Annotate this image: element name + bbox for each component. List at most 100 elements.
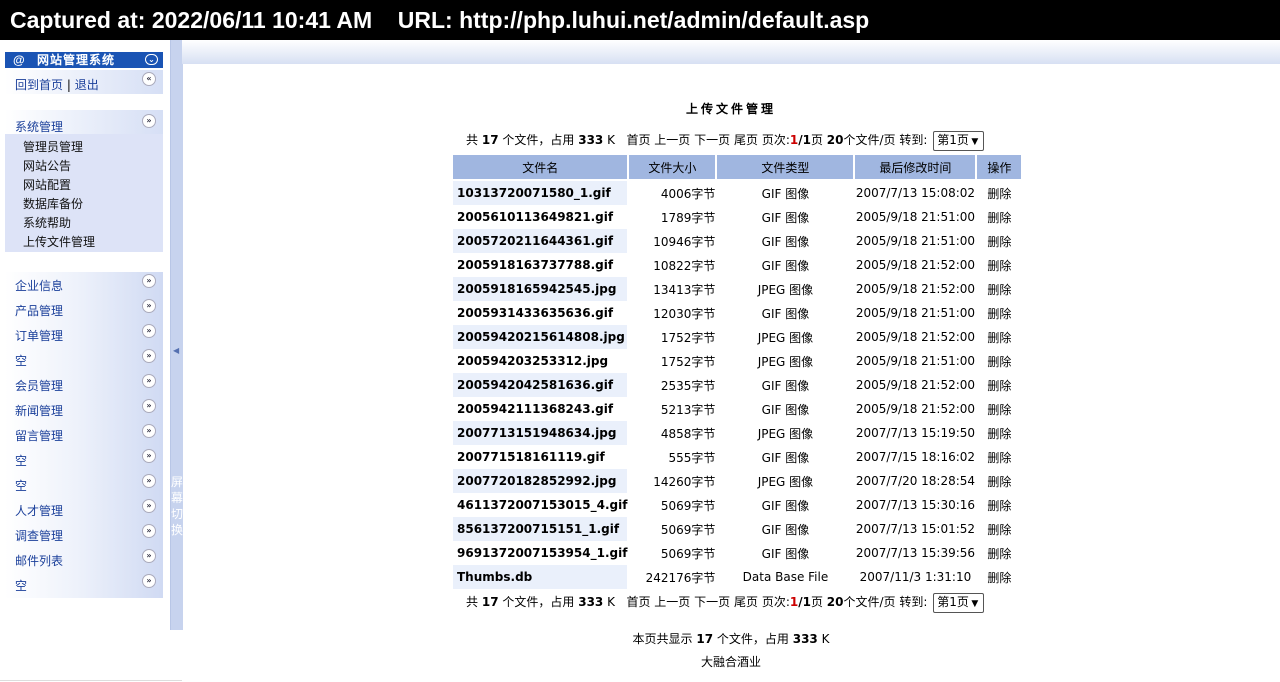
footer-unit: K xyxy=(821,632,830,646)
delete-link[interactable]: 删除 xyxy=(977,541,1022,565)
home-link[interactable]: 回到首页 xyxy=(15,78,63,92)
double-chevron-down-icon[interactable]: » xyxy=(142,524,156,538)
delete-link[interactable]: 删除 xyxy=(977,397,1022,421)
file-name-cell[interactable]: 2005942111368243.gif xyxy=(453,397,628,421)
menu-item-config[interactable]: 网站配置 xyxy=(23,176,95,195)
delete-link[interactable]: 删除 xyxy=(977,445,1022,469)
delete-link[interactable]: 删除 xyxy=(977,565,1022,589)
file-name-cell[interactable]: 20059420215614808.jpg xyxy=(453,325,628,349)
delete-link[interactable]: 删除 xyxy=(977,469,1022,493)
double-chevron-down-icon[interactable]: » xyxy=(142,374,156,388)
menu-item-help[interactable]: 系统帮助 xyxy=(23,214,95,233)
summary-top: 共 17 个文件，占用 333 K 首页 上一页 下一页 尾页 页次:1/1页 … xyxy=(466,130,984,151)
category-item[interactable]: 订单管理 » xyxy=(5,322,163,347)
prev-page-link[interactable]: 上一页 xyxy=(654,595,690,609)
file-name-cell[interactable]: 2007713151948634.jpg xyxy=(453,421,628,445)
first-page-link[interactable]: 首页 xyxy=(626,133,650,147)
delete-link[interactable]: 删除 xyxy=(977,205,1022,229)
file-name-cell[interactable]: 2007720182852992.jpg xyxy=(453,469,628,493)
double-chevron-down-icon[interactable]: » xyxy=(142,449,156,463)
menu-item-upload-files[interactable]: 上传文件管理 xyxy=(23,233,95,252)
double-chevron-down-icon[interactable]: » xyxy=(142,349,156,363)
next-page-link[interactable]: 下一页 xyxy=(694,133,730,147)
page-footer-summary: 本页共显示 17 个文件，占用 333 K xyxy=(0,630,1280,647)
category-item[interactable]: 人才管理 » xyxy=(5,497,163,522)
category-item[interactable]: 空» xyxy=(5,347,163,372)
first-page-link[interactable]: 首页 xyxy=(626,595,650,609)
double-chevron-down-icon[interactable]: » xyxy=(142,424,156,438)
delete-link[interactable]: 删除 xyxy=(977,253,1022,277)
column-header-size[interactable]: 文件大小 xyxy=(629,155,716,181)
page-select[interactable]: 第1页 ▼ xyxy=(933,130,984,151)
double-chevron-down-icon[interactable]: » xyxy=(142,299,156,313)
page-select[interactable]: 第1页 ▼ xyxy=(933,592,984,613)
delete-link[interactable]: 删除 xyxy=(977,373,1022,397)
logout-link[interactable]: 退出 xyxy=(75,78,99,92)
delete-link[interactable]: 删除 xyxy=(977,301,1022,325)
double-chevron-down-icon[interactable]: » xyxy=(142,324,156,338)
delete-link[interactable]: 删除 xyxy=(977,493,1022,517)
page-label: 页次: xyxy=(761,595,790,609)
category-item[interactable]: 空» xyxy=(5,472,163,497)
category-item[interactable]: 留言管理 » xyxy=(5,422,163,447)
file-name-cell[interactable]: 2005942042581636.gif xyxy=(453,373,628,397)
delete-link[interactable]: 删除 xyxy=(977,349,1022,373)
double-chevron-down-icon[interactable]: » xyxy=(142,474,156,488)
file-name-cell[interactable]: 200594203253312.jpg xyxy=(453,349,628,373)
file-name-cell[interactable]: 200771518161119.gif xyxy=(453,445,628,469)
double-chevron-down-icon[interactable]: » xyxy=(142,399,156,413)
delete-link[interactable]: 删除 xyxy=(977,325,1022,349)
frame-splitter[interactable]: ◀ 屏幕切换 xyxy=(170,40,183,630)
file-name-cell[interactable]: 856137200715151_1.gif xyxy=(453,517,628,541)
chevron-down-icon[interactable]: ⌄ xyxy=(145,54,158,65)
prev-page-link[interactable]: 上一页 xyxy=(654,133,690,147)
category-item[interactable]: 企业信息 » xyxy=(5,272,163,297)
file-name-cell[interactable]: 2005610113649821.gif xyxy=(453,205,628,229)
menu-item-backup[interactable]: 数据库备份 xyxy=(23,195,95,214)
file-name-cell[interactable]: 4611372007153015_4.gif xyxy=(453,493,628,517)
last-page-link[interactable]: 尾页 xyxy=(734,595,758,609)
category-item[interactable]: 邮件列表 » xyxy=(5,547,163,572)
splitter-label[interactable]: 屏幕切换 xyxy=(171,474,183,538)
file-name-cell[interactable]: 10313720071580_1.gif xyxy=(453,181,628,205)
double-chevron-down-icon[interactable]: » xyxy=(142,499,156,513)
file-type-cell: GIF 图像 xyxy=(717,373,854,397)
delete-link[interactable]: 删除 xyxy=(977,181,1022,205)
double-chevron-down-icon[interactable]: » xyxy=(142,574,156,588)
category-item[interactable]: 新闻管理 » xyxy=(5,397,163,422)
file-size-cell: 2535字节 xyxy=(629,373,716,397)
last-page-link[interactable]: 尾页 xyxy=(734,133,758,147)
category-item[interactable]: 空» xyxy=(5,572,163,597)
category-item[interactable]: 调查管理 » xyxy=(5,522,163,547)
category-item[interactable]: 产品管理 » xyxy=(5,297,163,322)
collapse-left-icon[interactable]: « xyxy=(142,72,156,86)
double-chevron-down-icon[interactable]: » xyxy=(142,549,156,563)
next-page-link[interactable]: 下一页 xyxy=(694,595,730,609)
file-name-cell[interactable]: 2005918163737788.gif xyxy=(453,253,628,277)
file-size-cell: 5069字节 xyxy=(629,517,716,541)
category-item[interactable]: 会员管理 » xyxy=(5,372,163,397)
file-name-cell[interactable]: 2005931433635636.gif xyxy=(453,301,628,325)
file-name-cell[interactable]: 2005720211644361.gif xyxy=(453,229,628,253)
file-type-cell: GIF 图像 xyxy=(717,397,854,421)
delete-link[interactable]: 删除 xyxy=(977,229,1022,253)
double-chevron-down-icon[interactable]: » xyxy=(142,274,156,288)
delete-link[interactable]: 删除 xyxy=(977,517,1022,541)
delete-link[interactable]: 删除 xyxy=(977,277,1022,301)
table-row: 200594203253312.jpg 1752字节 JPEG 图像 2005/9/1… xyxy=(453,349,1022,373)
file-name-cell[interactable]: Thumbs.db xyxy=(453,565,628,589)
file-name-cell[interactable]: 2005918165942545.jpg xyxy=(453,277,628,301)
category-label: 产品管理 xyxy=(15,304,64,318)
delete-link[interactable]: 删除 xyxy=(977,421,1022,445)
category-item[interactable]: 空» xyxy=(5,447,163,472)
footer-middle: 个文件，占用 xyxy=(716,632,789,646)
file-type-cell: GIF 图像 xyxy=(717,205,854,229)
column-header-modified[interactable]: 最后修改时间 xyxy=(855,155,976,181)
menu-item-admin[interactable]: 管理员管理 xyxy=(23,138,95,157)
menu-item-notice[interactable]: 网站公告 xyxy=(23,157,95,176)
main-top-bar xyxy=(182,40,1280,64)
triangle-left-icon[interactable]: ◀ xyxy=(173,346,179,355)
column-header-name[interactable]: 文件名 xyxy=(453,155,628,181)
file-name-cell[interactable]: 9691372007153954_1.gif xyxy=(453,541,628,565)
column-header-type[interactable]: 文件类型 xyxy=(717,155,854,181)
